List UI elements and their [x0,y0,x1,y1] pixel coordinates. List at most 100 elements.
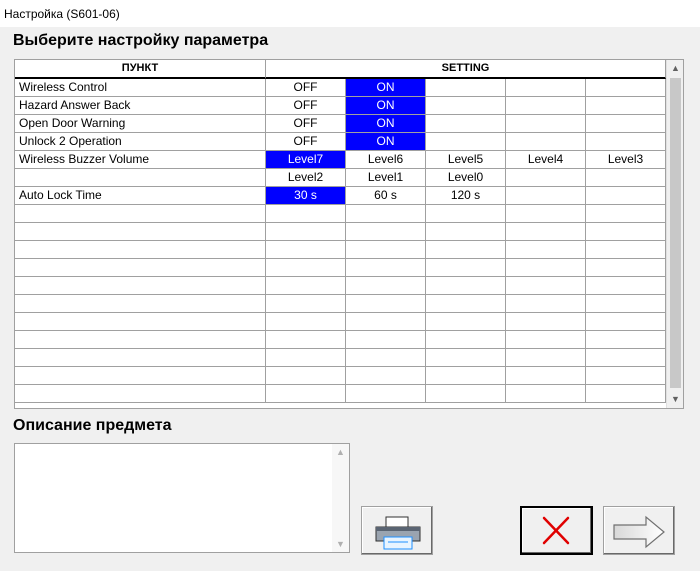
setting-option[interactable] [506,385,586,403]
setting-option[interactable] [266,295,346,313]
setting-option[interactable] [266,313,346,331]
grid-vertical-scrollbar[interactable]: ▲ ▼ [666,60,683,408]
setting-option[interactable] [346,277,426,295]
setting-option[interactable] [586,331,666,349]
setting-option[interactable] [426,115,506,133]
setting-option[interactable] [506,115,586,133]
row-item-label[interactable] [15,295,266,313]
setting-option[interactable] [586,277,666,295]
setting-option[interactable]: Level3 [586,151,666,169]
setting-option[interactable]: Level0 [426,169,506,187]
item-description-box[interactable]: ▲ ▼ [14,443,350,553]
setting-option[interactable] [506,277,586,295]
row-item-label[interactable] [15,169,266,187]
row-item-label[interactable] [15,313,266,331]
setting-option[interactable]: Level6 [346,151,426,169]
setting-option[interactable] [586,169,666,187]
setting-option[interactable] [506,187,586,205]
row-item-label[interactable]: Open Door Warning [15,115,266,133]
setting-option[interactable]: Level4 [506,151,586,169]
next-button[interactable] [603,506,675,555]
setting-option[interactable] [586,115,666,133]
setting-option[interactable] [586,223,666,241]
setting-option[interactable] [346,223,426,241]
setting-option[interactable] [586,313,666,331]
setting-option[interactable] [266,385,346,403]
setting-option[interactable]: Level5 [426,151,506,169]
row-item-label[interactable] [15,277,266,295]
setting-option[interactable] [266,277,346,295]
setting-option[interactable] [426,331,506,349]
setting-option[interactable]: 120 s [426,187,506,205]
description-scrollbar[interactable]: ▲ ▼ [332,444,349,552]
setting-option[interactable] [266,205,346,223]
setting-option[interactable] [426,313,506,331]
setting-option[interactable] [346,241,426,259]
setting-option[interactable] [506,169,586,187]
setting-option[interactable] [506,295,586,313]
row-item-label[interactable] [15,205,266,223]
setting-option[interactable] [426,133,506,151]
setting-option[interactable] [586,79,666,97]
cancel-button[interactable] [520,506,593,555]
setting-option[interactable] [586,349,666,367]
print-button[interactable] [361,506,433,555]
setting-option[interactable]: OFF [266,97,346,115]
row-item-label[interactable]: Auto Lock Time [15,187,266,205]
setting-option[interactable] [426,295,506,313]
setting-option[interactable] [506,205,586,223]
setting-option[interactable] [506,331,586,349]
setting-option-selected[interactable]: ON [346,115,426,133]
setting-option[interactable] [586,295,666,313]
setting-option[interactable] [506,313,586,331]
setting-option-selected[interactable]: ON [346,79,426,97]
setting-option[interactable] [586,241,666,259]
setting-option[interactable] [346,313,426,331]
setting-option[interactable] [506,97,586,115]
row-item-label[interactable]: Wireless Buzzer Volume [15,151,266,169]
setting-option[interactable]: Level1 [346,169,426,187]
setting-option[interactable] [426,349,506,367]
setting-option[interactable] [586,133,666,151]
scroll-up-icon[interactable]: ▲ [667,60,683,77]
row-item-label[interactable] [15,259,266,277]
setting-option[interactable]: OFF [266,133,346,151]
setting-option[interactable] [346,331,426,349]
setting-option[interactable]: OFF [266,79,346,97]
row-item-label[interactable]: Hazard Answer Back [15,97,266,115]
setting-option[interactable] [426,385,506,403]
row-item-label[interactable] [15,385,266,403]
setting-option[interactable] [586,187,666,205]
setting-option[interactable] [506,259,586,277]
setting-option[interactable] [426,97,506,115]
setting-option[interactable] [586,385,666,403]
setting-option[interactable] [586,367,666,385]
row-item-label[interactable] [15,367,266,385]
setting-option[interactable] [506,79,586,97]
setting-option[interactable] [426,223,506,241]
setting-option[interactable] [426,277,506,295]
setting-option[interactable] [426,367,506,385]
setting-option[interactable] [346,295,426,313]
setting-option[interactable] [506,367,586,385]
scroll-up-icon[interactable]: ▲ [332,447,349,457]
setting-option[interactable] [346,385,426,403]
setting-option[interactable] [586,205,666,223]
row-item-label[interactable]: Wireless Control [15,79,266,97]
row-item-label[interactable] [15,241,266,259]
setting-option[interactable] [506,133,586,151]
setting-option[interactable] [266,367,346,385]
setting-option-selected[interactable]: ON [346,133,426,151]
scroll-down-icon[interactable]: ▼ [332,539,349,549]
setting-option-selected[interactable]: 30 s [266,187,346,205]
setting-option[interactable] [266,259,346,277]
setting-option[interactable] [426,241,506,259]
row-item-label[interactable] [15,349,266,367]
row-item-label[interactable] [15,223,266,241]
setting-option[interactable] [266,331,346,349]
setting-option[interactable] [426,259,506,277]
row-item-label[interactable] [15,331,266,349]
setting-option[interactable]: OFF [266,115,346,133]
setting-option[interactable] [346,349,426,367]
setting-option-selected[interactable]: ON [346,97,426,115]
